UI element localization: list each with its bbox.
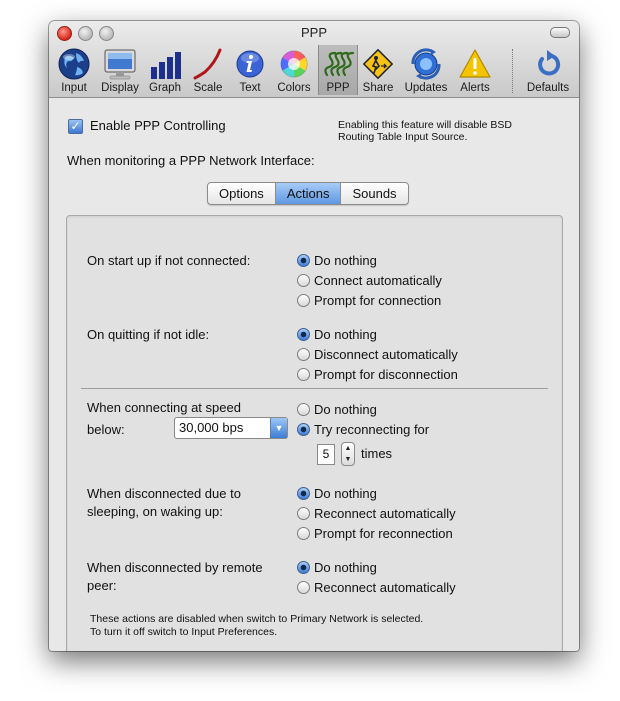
display-icon xyxy=(104,49,136,80)
enable-ppp-checkbox[interactable]: ✓ xyxy=(68,119,83,134)
startup-radio-connect[interactable] xyxy=(297,274,310,287)
toolbar-label: Defaults xyxy=(526,82,570,94)
remote-radio-reconnect[interactable] xyxy=(297,581,310,594)
times-field[interactable]: 5 xyxy=(317,444,335,465)
toolbar-toggle-button[interactable] xyxy=(550,27,570,38)
tab-control: Options Actions Sounds xyxy=(207,182,409,205)
window-title: PPP xyxy=(300,25,327,40)
sleeping-radio-do-nothing[interactable] xyxy=(297,487,310,500)
startup-option-label[interactable]: Do nothing xyxy=(314,253,377,268)
sleeping-option-label[interactable]: Reconnect automatically xyxy=(314,506,456,521)
startup-option-label[interactable]: Connect automatically xyxy=(314,273,442,288)
monitor-heading: When monitoring a PPP Network Interface: xyxy=(67,153,315,168)
toolbar-label: Alerts xyxy=(460,82,490,94)
toolbar-scale[interactable]: Scale xyxy=(189,45,227,95)
times-stepper[interactable]: ▲ ▼ xyxy=(341,442,355,466)
speed-popup[interactable]: 30,000 bps ▼ xyxy=(174,417,288,439)
speed-popup-value: 30,000 bps xyxy=(179,420,244,435)
chevron-down-icon: ▼ xyxy=(270,418,287,438)
tab-actions[interactable]: Actions xyxy=(275,183,342,204)
toolbar-alerts[interactable]: Alerts xyxy=(455,45,495,95)
toolbar-colors[interactable]: Colors xyxy=(273,45,315,95)
enable-note-line2: Routing Table Input Source. xyxy=(338,131,468,143)
sleeping-radio-reconnect[interactable] xyxy=(297,507,310,520)
speed-label-line2: below: xyxy=(87,422,125,437)
tab-options[interactable]: Options xyxy=(208,183,276,204)
startup-radio-do-nothing[interactable] xyxy=(297,254,310,267)
sleeping-radio-prompt[interactable] xyxy=(297,527,310,540)
bar-graph-icon xyxy=(151,52,181,79)
toolbar-label: Scale xyxy=(193,82,223,94)
footnote-line2: To turn it off switch to Input Preferenc… xyxy=(90,626,278,638)
toolbar-display[interactable]: Display xyxy=(97,45,143,95)
startup-label: On start up if not connected: xyxy=(87,253,251,268)
warning-icon xyxy=(459,49,491,78)
startup-option-label[interactable]: Prompt for connection xyxy=(314,293,441,308)
remote-option-label[interactable]: Do nothing xyxy=(314,560,377,575)
quitting-radio-do-nothing[interactable] xyxy=(297,328,310,341)
toolbar-input[interactable]: Input xyxy=(55,45,93,95)
speed-label-line1: When connecting at speed xyxy=(87,400,241,415)
enable-ppp-label: Enable PPP Controlling xyxy=(90,118,226,133)
quitting-radio-disconnect[interactable] xyxy=(297,348,310,361)
toolbar-defaults[interactable]: Defaults xyxy=(523,45,573,95)
toolbar-share[interactable]: Share xyxy=(359,45,397,95)
speed-radio-do-nothing[interactable] xyxy=(297,403,310,416)
footnote-line1: These actions are disabled when switch t… xyxy=(90,613,424,625)
ppp-pane: ✓ Enable PPP Controlling Enabling this f… xyxy=(49,98,579,651)
speed-option-label[interactable]: Do nothing xyxy=(314,402,377,417)
toolbar-label: Display xyxy=(101,82,139,94)
remote-radio-do-nothing[interactable] xyxy=(297,561,310,574)
toolbar-text[interactable]: Text xyxy=(231,45,269,95)
startup-radio-prompt[interactable] xyxy=(297,294,310,307)
sleeping-label-line2: sleeping, on waking up: xyxy=(87,504,223,519)
coil-cable-icon xyxy=(324,51,355,77)
remote-label-line2: peer: xyxy=(87,578,117,593)
toolbar-label: Graph xyxy=(149,82,181,94)
speed-option-label[interactable]: Try reconnecting for xyxy=(314,422,429,437)
quitting-option-label[interactable]: Do nothing xyxy=(314,327,377,342)
scale-curve-icon xyxy=(193,48,222,80)
quitting-option-label[interactable]: Prompt for disconnection xyxy=(314,367,458,382)
info-icon xyxy=(236,50,264,78)
remote-label-line1: When disconnected by remote xyxy=(87,560,263,575)
speed-radio-try-reconnect[interactable] xyxy=(297,423,310,436)
tab-sounds[interactable]: Sounds xyxy=(341,183,407,204)
quitting-label: On quitting if not idle: xyxy=(87,327,210,342)
sleeping-option-label[interactable]: Do nothing xyxy=(314,486,377,501)
section-divider xyxy=(81,388,548,389)
toolbar-updates[interactable]: Updates xyxy=(401,45,451,95)
times-label: times xyxy=(361,446,393,461)
toolbar-label: Colors xyxy=(277,82,311,94)
toolbar-label: Input xyxy=(61,82,87,94)
share-sign-icon xyxy=(362,48,394,80)
toolbar-label: PPP xyxy=(326,82,350,94)
revert-arrow-icon xyxy=(538,50,561,76)
quitting-option-label[interactable]: Disconnect automatically xyxy=(314,347,458,362)
toolbar-graph[interactable]: Graph xyxy=(145,45,185,95)
quitting-radio-prompt[interactable] xyxy=(297,368,310,381)
enable-note-line1: Enabling this feature will disable BSD xyxy=(338,119,512,131)
toolbar-ppp[interactable]: PPP xyxy=(318,45,358,95)
toolbar-label: Text xyxy=(239,82,261,94)
software-update-icon xyxy=(411,48,441,80)
toolbar: PPP Input Display Graph Scale Text Color… xyxy=(49,21,579,98)
color-wheel-icon xyxy=(280,50,308,78)
toolbar-label: Share xyxy=(362,82,394,94)
remote-option-label[interactable]: Reconnect automatically xyxy=(314,580,456,595)
globe-icon xyxy=(58,48,90,80)
toolbar-separator xyxy=(512,49,513,93)
preferences-window: PPP Input Display Graph Scale Text Color… xyxy=(49,21,579,651)
sleeping-option-label[interactable]: Prompt for reconnection xyxy=(314,526,453,541)
toolbar-label: Updates xyxy=(404,82,448,94)
title-bar: PPP xyxy=(49,21,579,43)
sleeping-label-line1: When disconnected due to xyxy=(87,486,241,501)
